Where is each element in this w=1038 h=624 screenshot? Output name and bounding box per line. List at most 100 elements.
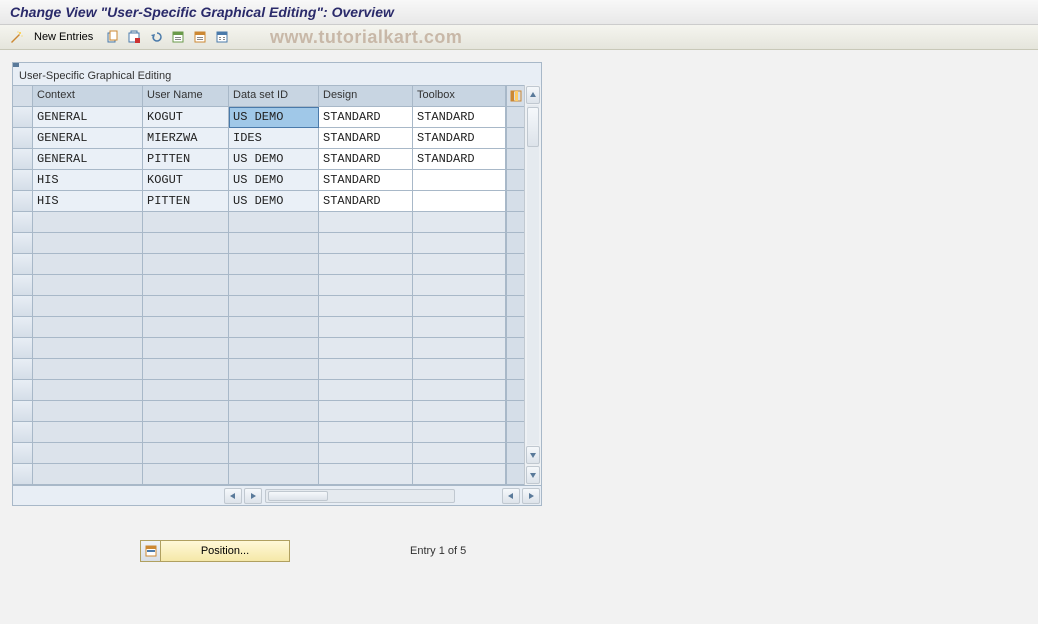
cell-toolbox[interactable] <box>413 464 506 485</box>
column-header-dataset[interactable]: Data set ID <box>229 86 319 107</box>
cell-dataset[interactable]: IDES <box>229 128 319 149</box>
row-selector[interactable] <box>13 191 33 212</box>
cell-dataset[interactable] <box>229 275 319 296</box>
table-row[interactable] <box>13 401 524 422</box>
column-header-design[interactable]: Design <box>319 86 413 107</box>
cell-design[interactable] <box>319 296 413 317</box>
table-row[interactable] <box>13 422 524 443</box>
row-selector[interactable] <box>13 128 33 149</box>
row-selector[interactable] <box>13 464 33 485</box>
row-selector[interactable] <box>13 296 33 317</box>
row-selector[interactable] <box>13 422 33 443</box>
cell-context[interactable] <box>33 233 143 254</box>
cell-user[interactable] <box>143 359 229 380</box>
table-row[interactable] <box>13 296 524 317</box>
table-row[interactable] <box>13 317 524 338</box>
cell-dataset[interactable] <box>229 401 319 422</box>
cell-design[interactable] <box>319 380 413 401</box>
cell-design[interactable] <box>319 422 413 443</box>
cell-dataset[interactable] <box>229 233 319 254</box>
cell-design[interactable] <box>319 317 413 338</box>
table-row[interactable] <box>13 464 524 485</box>
cell-user[interactable] <box>143 443 229 464</box>
column-header-context[interactable]: Context <box>33 86 143 107</box>
cell-toolbox[interactable] <box>413 254 506 275</box>
cell-context[interactable] <box>33 275 143 296</box>
row-selector[interactable] <box>13 317 33 338</box>
delete-icon[interactable] <box>125 28 143 46</box>
horizontal-scrollbar[interactable] <box>13 485 541 505</box>
cell-user[interactable] <box>143 380 229 401</box>
cell-user[interactable]: PITTEN <box>143 149 229 170</box>
table-row[interactable] <box>13 338 524 359</box>
new-entries-button[interactable]: New Entries <box>28 29 99 45</box>
row-selector[interactable] <box>13 380 33 401</box>
row-selector[interactable] <box>13 275 33 296</box>
row-selector[interactable] <box>13 212 33 233</box>
table-row[interactable]: GENERALKOGUTUS DEMOSTANDARDSTANDARD <box>13 107 524 128</box>
table-settings-icon[interactable] <box>213 28 231 46</box>
cell-toolbox[interactable] <box>413 422 506 443</box>
deselect-all-icon[interactable] <box>191 28 209 46</box>
cell-toolbox[interactable]: STANDARD <box>413 149 506 170</box>
cell-context[interactable]: GENERAL <box>33 107 143 128</box>
cell-design[interactable]: STANDARD <box>319 128 413 149</box>
cell-user[interactable]: KOGUT <box>143 170 229 191</box>
table-row[interactable] <box>13 275 524 296</box>
cell-dataset[interactable] <box>229 212 319 233</box>
scroll-left-icon[interactable] <box>502 488 520 504</box>
cell-context[interactable] <box>33 296 143 317</box>
row-selector[interactable] <box>13 149 33 170</box>
cell-toolbox[interactable] <box>413 170 506 191</box>
cell-user[interactable] <box>143 422 229 443</box>
cell-dataset[interactable] <box>229 359 319 380</box>
table-row[interactable] <box>13 380 524 401</box>
cell-design[interactable]: STANDARD <box>319 149 413 170</box>
cell-design[interactable] <box>319 443 413 464</box>
cell-user[interactable] <box>143 317 229 338</box>
cell-dataset[interactable]: US DEMO <box>229 107 319 128</box>
select-all-icon[interactable] <box>169 28 187 46</box>
row-selector[interactable] <box>13 443 33 464</box>
cell-user[interactable]: PITTEN <box>143 191 229 212</box>
cell-design[interactable] <box>319 359 413 380</box>
cell-design[interactable] <box>319 254 413 275</box>
cell-toolbox[interactable] <box>413 191 506 212</box>
cell-toolbox[interactable]: STANDARD <box>413 107 506 128</box>
cell-toolbox[interactable] <box>413 275 506 296</box>
cell-context[interactable]: HIS <box>33 170 143 191</box>
cell-toolbox[interactable] <box>413 317 506 338</box>
row-selector[interactable] <box>13 170 33 191</box>
cell-dataset[interactable]: US DEMO <box>229 149 319 170</box>
cell-design[interactable] <box>319 338 413 359</box>
cell-context[interactable] <box>33 422 143 443</box>
cell-design[interactable] <box>319 275 413 296</box>
cell-toolbox[interactable] <box>413 212 506 233</box>
configure-columns-icon[interactable] <box>506 86 524 107</box>
cell-dataset[interactable]: US DEMO <box>229 170 319 191</box>
table-row[interactable] <box>13 359 524 380</box>
table-row[interactable]: HISKOGUTUS DEMOSTANDARD <box>13 170 524 191</box>
cell-user[interactable] <box>143 338 229 359</box>
cell-design[interactable] <box>319 464 413 485</box>
cell-design[interactable]: STANDARD <box>319 107 413 128</box>
cell-user[interactable] <box>143 254 229 275</box>
row-selector[interactable] <box>13 107 33 128</box>
row-selector[interactable] <box>13 359 33 380</box>
cell-context[interactable] <box>33 464 143 485</box>
row-selector[interactable] <box>13 254 33 275</box>
vertical-scrollbar[interactable] <box>524 85 541 485</box>
cell-user[interactable] <box>143 212 229 233</box>
cell-dataset[interactable] <box>229 317 319 338</box>
scroll-thumb[interactable] <box>527 107 539 147</box>
row-selector[interactable] <box>13 233 33 254</box>
select-all-column[interactable] <box>13 86 33 107</box>
scroll-left-icon[interactable] <box>224 488 242 504</box>
cell-toolbox[interactable] <box>413 296 506 317</box>
table-row[interactable] <box>13 254 524 275</box>
cell-dataset[interactable] <box>229 464 319 485</box>
cell-design[interactable]: STANDARD <box>319 191 413 212</box>
cell-design[interactable] <box>319 212 413 233</box>
copy-icon[interactable] <box>103 28 121 46</box>
cell-context[interactable] <box>33 317 143 338</box>
